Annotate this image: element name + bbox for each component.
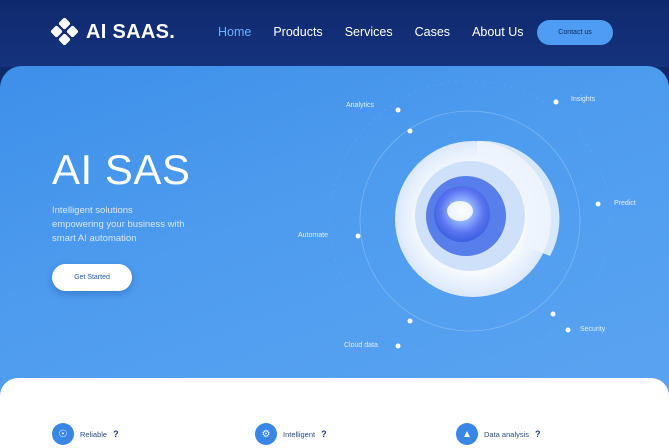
hero-description-line: Intelligent solutions (52, 205, 133, 216)
get-started-button[interactable]: Get Started (52, 264, 132, 291)
hero-description-line: empowering your business with (52, 219, 185, 230)
nav-link-products[interactable]: Products (273, 25, 322, 39)
feature-mark: ? (113, 429, 119, 439)
features-section: ☉ Reliable ? ⚙ Intelligent ? ▲ Data anal… (0, 378, 669, 448)
brand-logo[interactable]: AI SAAS. (50, 17, 176, 46)
shield-icon: ☉ (52, 423, 74, 445)
hero-title: AI SAS (52, 146, 191, 193)
orbit-label: Cloud data (344, 342, 378, 349)
contact-button[interactable]: Contact us (537, 20, 613, 45)
nav-link-services[interactable]: Services (345, 25, 393, 39)
nav-link-home[interactable]: Home (218, 25, 251, 39)
feature-label: Intelligent (283, 429, 316, 439)
hero-description: Intelligent solutions empowering your bu… (52, 204, 222, 246)
orbit-label: Security (580, 326, 606, 333)
orbit-label: Analytics (346, 102, 375, 109)
orbit-label: Predict (614, 200, 636, 207)
feature-mark: ? (321, 429, 327, 439)
chart-icon: ▲ (456, 423, 478, 445)
feature-label: Reliable (80, 429, 108, 439)
logo-icon (50, 17, 79, 46)
feature-item[interactable]: ⚙ Intelligent ? (255, 423, 327, 445)
core-glyph-icon (447, 201, 473, 221)
nav-links: Home Products Services Cases About Us (218, 25, 523, 39)
nav-link-about[interactable]: About Us (472, 25, 523, 39)
feature-mark: ? (535, 429, 541, 439)
hero-description-line: smart AI automation (52, 233, 137, 244)
hero-section: Analytics Insights Predict Automate Clou… (0, 66, 669, 396)
feature-item[interactable]: ▲ Data analysis ? (456, 423, 541, 445)
orbit-label: Insights (571, 96, 596, 103)
top-navbar: AI SAAS. Home Products Services Cases Ab… (0, 0, 669, 67)
gear-icon: ⚙ (255, 423, 277, 445)
feature-item[interactable]: ☉ Reliable ? (52, 423, 119, 445)
feature-label: Data analysis (484, 429, 530, 439)
nav-link-cases[interactable]: Cases (415, 25, 450, 39)
brand-name: AI SAAS. (86, 20, 176, 43)
orbit-label: Automate (298, 232, 328, 239)
